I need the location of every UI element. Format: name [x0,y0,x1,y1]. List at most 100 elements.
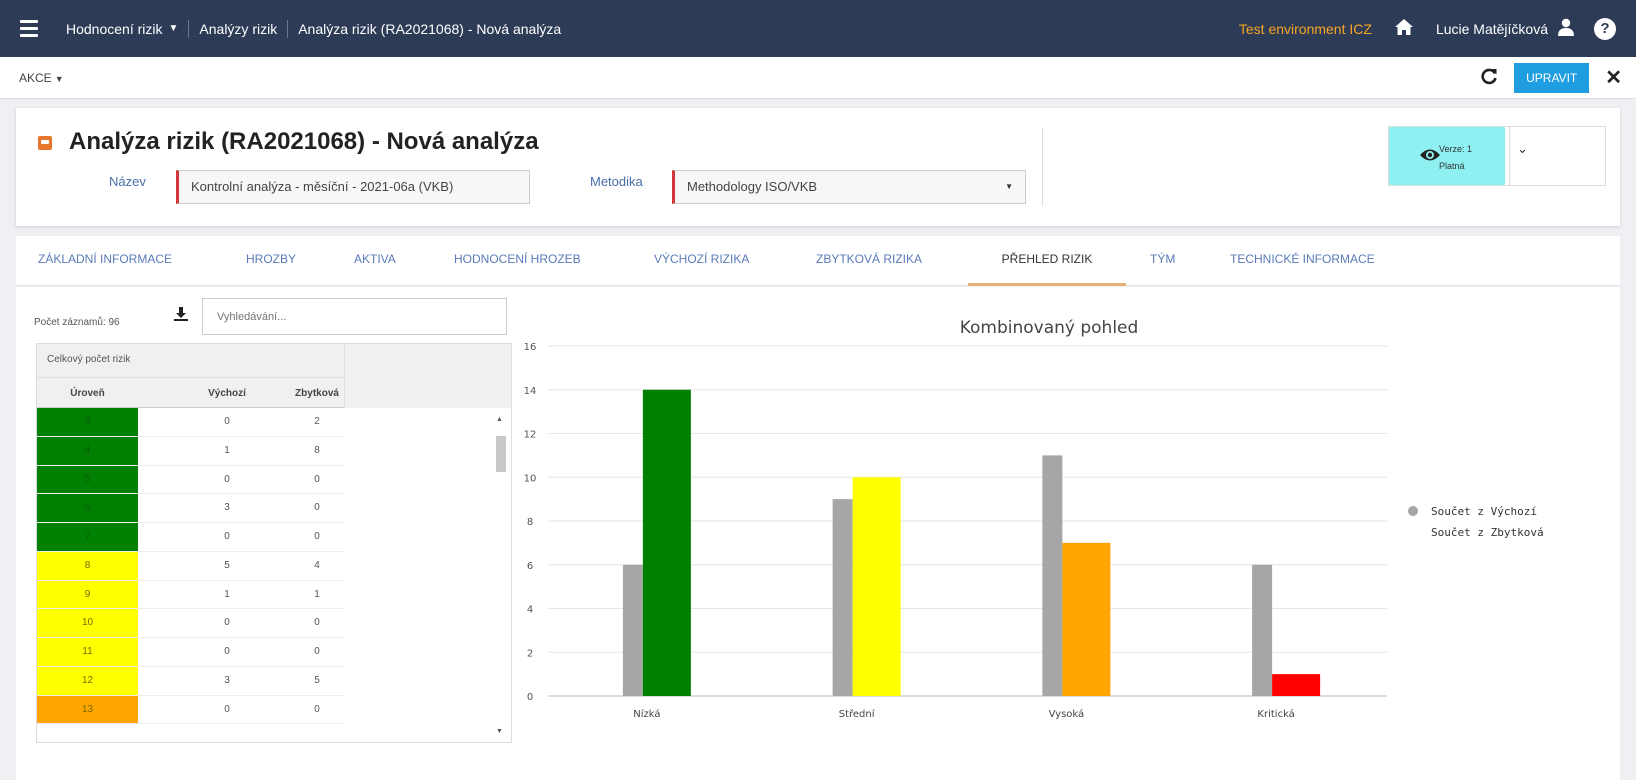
row-level-cell: 10 [37,609,138,637]
row-vychozi-cell: 0 [224,473,230,485]
column-header-uroven[interactable]: Úroveň [37,388,138,399]
row-zbytkova-cell: 1 [314,588,320,600]
methodology-select[interactable]: Methodology ISO/VKB ▼ [672,170,1026,204]
version-number: Verze: 1 [1439,144,1473,154]
row-zbytkova-cell: 0 [314,502,320,514]
row-vychozi-cell: 1 [224,444,230,456]
tab-aktiva[interactable]: AKTIVA [354,236,396,286]
name-label: Název [109,174,146,189]
methodology-label: Metodika [590,174,643,189]
row-vychozi-cell: 0 [224,617,230,629]
search-input[interactable] [202,298,507,335]
tab-zakladni-informace[interactable]: ZÁKLADNÍ INFORMACE [38,236,172,286]
chart-title: Kombinovaný pohled [960,318,1139,338]
tab-hodnoceni-hrozeb[interactable]: HODNOCENÍ HROZEB [454,236,581,286]
tab-tym[interactable]: TÝM [1150,236,1175,286]
table-row[interactable]: 13 0 0 [37,695,345,725]
actions-menu-label: AKCE [19,70,52,85]
help-icon[interactable]: ? [1594,17,1616,40]
breadcrumb-hodnoceni-rizik[interactable]: Hodnocení rizik ▼ [66,21,178,37]
tab-technicke-informace[interactable]: TECHNICKÉ INFORMACE [1230,236,1375,286]
download-icon[interactable] [174,307,188,324]
table-row[interactable]: 8 5 4 [37,551,345,581]
methodology-value: Methodology ISO/VKB [687,179,818,194]
row-level-cell: 4 [37,436,138,465]
header-divider [1042,128,1043,206]
version-divider [1509,127,1510,185]
y-tick-label: 10 [524,473,537,484]
bar-vychozi-Střední[interactable] [832,499,853,696]
x-category-label: Střední [839,708,876,720]
analysis-header-card: Analýza rizik (RA2021068) - Nová analýza… [16,108,1620,226]
table-row[interactable]: 12 3 5 [37,666,345,696]
y-tick-label: 8 [527,517,533,528]
row-zbytkova-cell: 0 [314,473,320,485]
x-category-label: Nízká [633,708,660,720]
row-zbytkova-cell: 0 [314,617,320,629]
row-level-cell: 3 [37,408,138,436]
row-level-cell: 9 [37,580,138,609]
table-body: 3 0 2 4 1 8 5 0 0 6 3 0 7 0 0 8 5 4 9 1 1 10 0 0 11 0 0 12 3 5 13 0 0 [37,408,345,725]
home-icon[interactable] [1394,18,1414,39]
table-row[interactable]: 9 1 1 [37,580,345,610]
row-vychozi-cell: 0 [224,531,230,542]
table-scrollbar[interactable]: ▲ ▼ [493,408,507,742]
tab-prehled-rizik[interactable]: PŘEHLED RIZIK [968,236,1126,286]
name-field[interactable]: Kontrolní analýza - měsíční - 2021-06a (… [176,170,530,204]
scrollbar-thumb[interactable] [496,436,506,472]
table-row[interactable]: 11 0 0 [37,638,345,667]
scroll-up-icon[interactable]: ▲ [496,416,503,423]
tab-hrozby[interactable]: HROZBY [246,236,296,286]
refresh-icon[interactable] [1480,67,1498,88]
menu-icon[interactable] [20,20,38,37]
environment-label: Test environment ICZ [1238,20,1372,37]
user-icon[interactable] [1558,18,1574,39]
table-row[interactable]: 5 0 0 [37,465,345,495]
edit-button[interactable]: UPRAVIT [1514,62,1590,93]
bar-vychozi-Nízká[interactable] [622,564,643,696]
column-header-vychozi[interactable]: Výchozí [187,388,267,399]
chevron-down-icon[interactable]: ⌄ [1517,141,1528,157]
bar-zbytkova-Střední[interactable] [852,477,901,696]
row-zbytkova-cell: 0 [314,531,320,542]
breadcrumb-analyzy-rizik[interactable]: Analýzy rizik [199,21,277,37]
table-row[interactable]: 3 0 2 [37,408,345,437]
bar-zbytkova-Vysoká[interactable] [1062,542,1111,696]
y-tick-label: 16 [524,342,537,353]
row-level-cell: 13 [37,695,138,724]
y-tick-label: 14 [524,386,537,397]
table-column-headers: Úroveň Výchozí Zbytková [37,378,345,408]
close-icon[interactable]: ✕ [1605,65,1622,90]
row-level-cell: 12 [37,666,138,695]
breadcrumb-divider [287,19,289,38]
row-vychozi-cell: 3 [224,502,230,514]
legend-label-zbytkova: Součet z Zbytková [1431,526,1544,539]
bar-zbytkova-Kritická[interactable] [1272,674,1321,696]
table-row[interactable]: 6 3 0 [37,494,345,523]
chevron-down-icon: ▼ [168,23,179,34]
bar-zbytkova-Nízká[interactable] [642,389,691,696]
bar-vychozi-Vysoká[interactable] [1042,455,1063,696]
row-vychozi-cell: 0 [224,703,230,715]
table-row[interactable]: 10 0 0 [37,609,345,638]
row-level-cell: 7 [37,523,138,551]
tab-zbytkova-rizika[interactable]: ZBYTKOVÁ RIZIKA [816,236,922,286]
scroll-down-icon[interactable]: ▼ [496,728,503,735]
page-title: Analýza rizik (RA2021068) - Nová analýza [69,128,539,155]
row-zbytkova-cell: 0 [314,703,320,715]
legend-marker-vychozi [1408,506,1418,516]
row-level-cell: 6 [37,494,138,522]
x-category-label: Vysoká [1049,708,1085,720]
table-row[interactable]: 7 0 0 [37,523,345,552]
user-name[interactable]: Lucie Matějíčková [1436,21,1548,37]
row-zbytkova-cell: 8 [314,444,320,456]
actions-menu[interactable]: AKCE ▼ [19,71,64,85]
y-tick-label: 6 [527,561,533,572]
bar-vychozi-Kritická[interactable] [1252,564,1273,696]
table-header-filler [345,344,511,408]
y-tick-label: 0 [527,692,533,703]
table-row[interactable]: 4 1 8 [37,436,345,466]
tab-vychozi-rizika[interactable]: VÝCHOZÍ RIZIKA [654,236,749,286]
eye-icon[interactable] [1419,147,1441,166]
version-box: Verze: 1 Platná ⌄ [1388,126,1606,186]
